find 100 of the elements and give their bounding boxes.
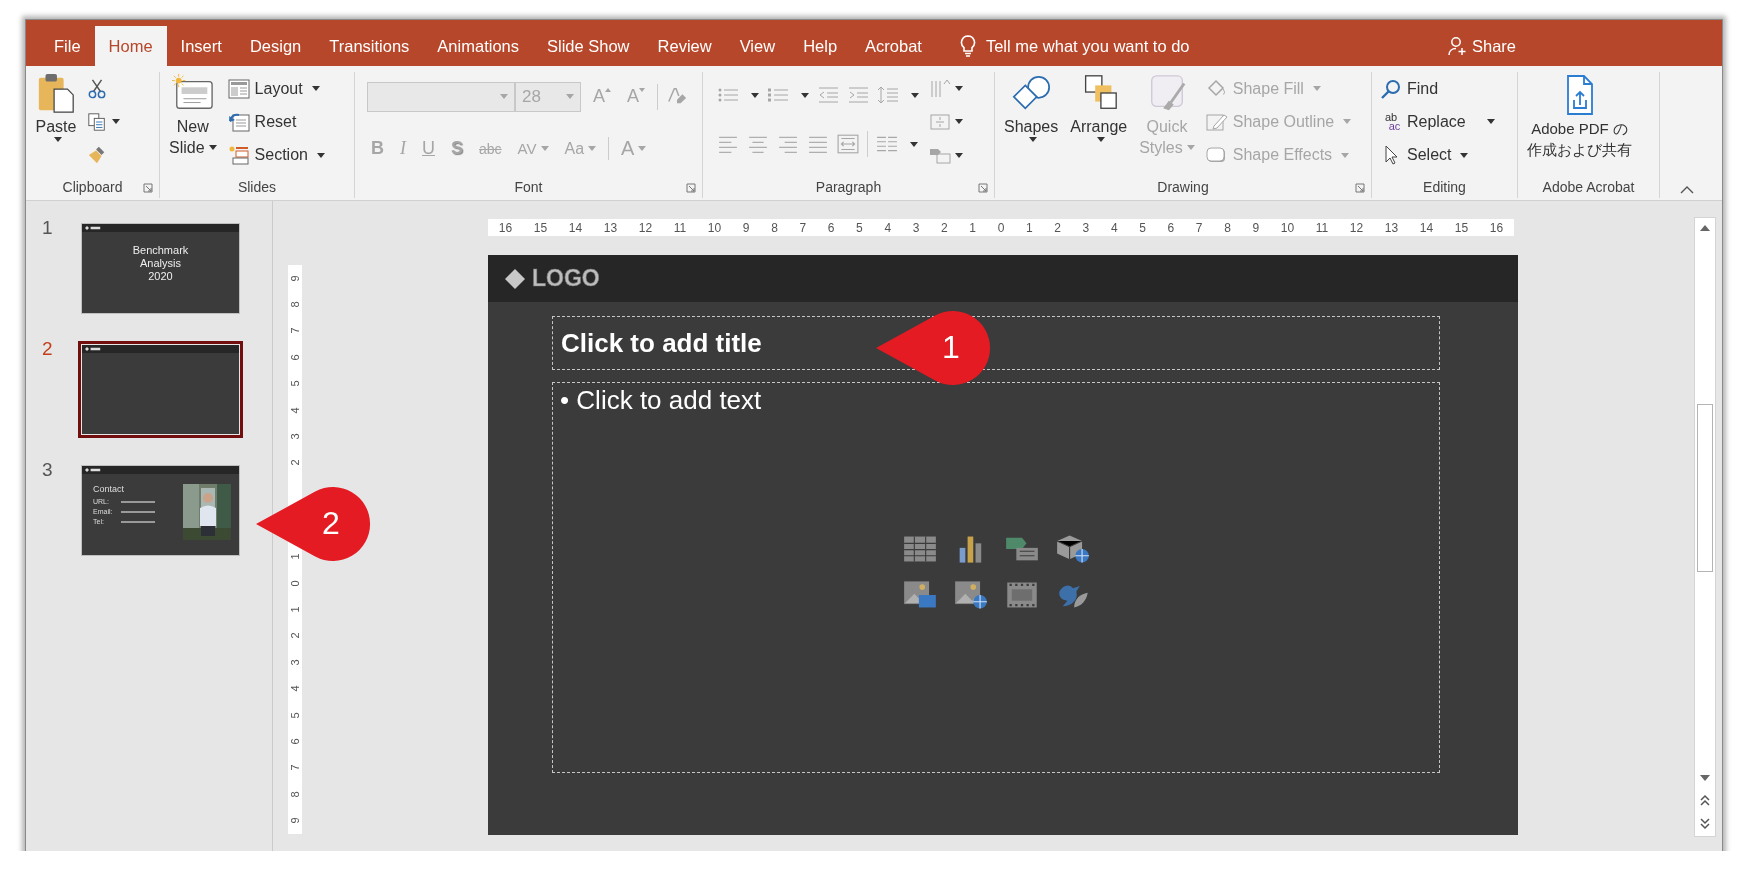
ruler-number: 6: [289, 354, 301, 361]
ruler-number: 9: [1252, 220, 1260, 235]
caret-icon: [540, 146, 549, 152]
cube-globe-icon[interactable]: [1055, 534, 1090, 564]
slide-thumbnail[interactable]: Benchmark Analysis 2020: [81, 223, 240, 314]
caret-icon: [1486, 119, 1495, 125]
ruler-number: 1: [289, 553, 301, 560]
previous-slide-icon[interactable]: [1700, 794, 1710, 806]
next-slide-icon[interactable]: [1700, 818, 1710, 830]
online-picture-icon[interactable]: [953, 580, 988, 610]
ruler-number: 2: [289, 632, 301, 639]
shapes-button[interactable]: Shapes: [1001, 72, 1062, 176]
ribbon-tab[interactable]: View: [725, 26, 790, 66]
ruler-number: 14: [1419, 220, 1434, 235]
logo-icon: [85, 226, 101, 230]
callout-marker-icon: [876, 310, 991, 386]
ruler-number: 2: [941, 220, 948, 235]
ribbon-tab[interactable]: Insert: [166, 26, 236, 66]
ruler-number: 8: [289, 791, 301, 798]
collapse-ribbon-icon[interactable]: [1680, 186, 1694, 194]
ribbon-tab[interactable]: Transitions: [315, 26, 424, 66]
scroll-up-icon[interactable]: [1700, 225, 1710, 231]
text-line: [121, 520, 155, 523]
ribbon-tab[interactable]: Home: [94, 26, 167, 66]
group-label: Editing: [1423, 179, 1466, 195]
group-label: Adobe Acrobat: [1542, 179, 1635, 195]
content-placeholder[interactable]: • Click to add text: [552, 382, 1440, 773]
reset-button[interactable]: Reset: [225, 107, 327, 137]
tell-me-search[interactable]: Tell me what you want to do: [985, 26, 1190, 66]
select-button[interactable]: Select: [1378, 140, 1497, 171]
ruler-number: 9: [289, 817, 301, 824]
ruler-number: 16: [498, 220, 513, 235]
ruler-number: 12: [1349, 220, 1364, 235]
slide-number: 3: [41, 459, 54, 482]
slide-number: 1: [41, 217, 54, 240]
ruler-number: 11: [673, 220, 687, 235]
logo-text: LOGO: [532, 265, 600, 292]
video-icon[interactable]: [1004, 580, 1039, 610]
ribbon-tab[interactable]: Acrobat: [851, 26, 936, 66]
callout-marker-icon: [256, 486, 371, 562]
layout-button[interactable]: Layout: [225, 73, 327, 104]
create-pdf-button[interactable]: Adobe PDF の 作成および共有: [1524, 74, 1635, 176]
ruler-number: 4: [289, 685, 301, 692]
ruler-number: 5: [856, 220, 863, 235]
ruler-number: 4: [289, 407, 301, 414]
ribbon-tab[interactable]: Design: [235, 26, 316, 66]
thumbnail-text: 2020: [148, 270, 173, 283]
ruler-number: 8: [1224, 220, 1231, 235]
caret-icon[interactable]: [112, 119, 120, 125]
table-icon[interactable]: [902, 534, 937, 564]
ruler-number: 7: [289, 764, 301, 771]
share-button[interactable]: Share: [1441, 26, 1522, 66]
caret-icon: [1029, 137, 1038, 142]
ribbon-tab[interactable]: Slide Show: [533, 26, 644, 66]
ruler-number: 8: [289, 301, 301, 308]
ruler-number: 7: [289, 327, 301, 335]
scroll-thumb[interactable]: [1697, 404, 1713, 572]
lightbulb-icon[interactable]: [959, 35, 976, 57]
scissors-icon[interactable]: [86, 78, 108, 99]
ruler-number: 10: [707, 220, 722, 235]
caret-icon: [54, 137, 62, 142]
picture-icon[interactable]: [902, 580, 937, 610]
new-slide-button[interactable]: New Slide: [166, 72, 220, 176]
dialog-launcher-icon[interactable]: [1355, 183, 1365, 193]
slide-thumbnail[interactable]: [78, 341, 243, 438]
title-placeholder-text: Click to add title: [561, 327, 762, 359]
scroll-down-icon[interactable]: [1700, 775, 1710, 781]
group-label: Paragraph: [815, 179, 882, 195]
ruler-number: 6: [1167, 220, 1175, 235]
text-line: [121, 500, 155, 503]
logo-icon: [85, 347, 101, 351]
ruler-number: 3: [289, 659, 301, 666]
ribbon-tab[interactable]: Review: [643, 26, 726, 66]
callout-number: 1: [942, 328, 960, 366]
ruler-number: 14: [568, 220, 583, 235]
replace-icon: ab ac: [1380, 113, 1402, 131]
paste-button[interactable]: Paste: [32, 72, 80, 176]
ribbon-tab[interactable]: Help: [789, 26, 852, 66]
ruler-number: 4: [1110, 220, 1118, 235]
ruler-number: 2: [1054, 220, 1061, 235]
dialog-launcher-icon[interactable]: [143, 183, 153, 193]
ruler-number: 15: [1454, 220, 1469, 235]
find-button[interactable]: Find: [1378, 73, 1497, 104]
callout-number: 2: [322, 504, 340, 542]
section-button[interactable]: Section: [225, 140, 327, 171]
ruler-number: 11: [1315, 220, 1329, 235]
ruler-number: 12: [638, 220, 653, 235]
person-add-icon: [1447, 36, 1468, 56]
vertical-scrollbar[interactable]: [1694, 217, 1716, 837]
caret-icon: [1460, 152, 1469, 158]
caret-icon: [1341, 152, 1350, 158]
arrange-button[interactable]: Arrange: [1067, 72, 1131, 176]
ribbon-tab[interactable]: Animations: [423, 26, 533, 66]
caret-icon: [566, 94, 574, 100]
slide-number: 2: [41, 338, 54, 361]
copy-icon[interactable]: [86, 112, 108, 132]
ribbon-tab[interactable]: File: [40, 26, 95, 66]
ruler-number: 1: [289, 606, 301, 613]
caret-icon: [1343, 119, 1352, 125]
reset-icon: [227, 112, 250, 132]
